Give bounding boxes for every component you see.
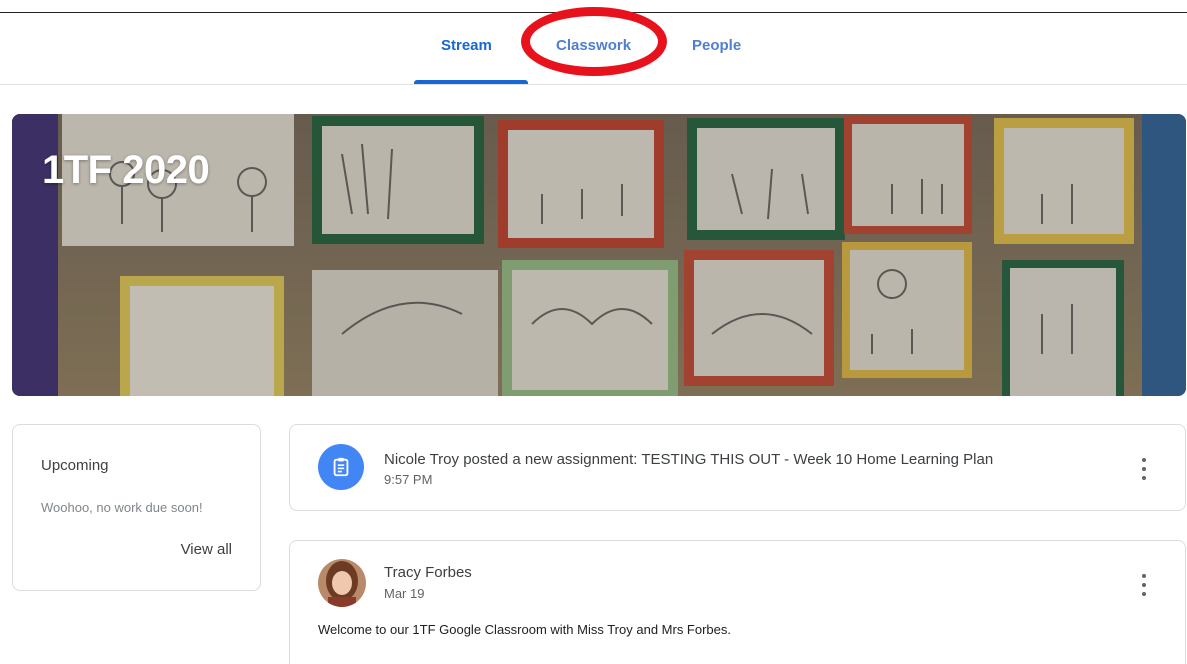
post-body: Welcome to our 1TF Google Classroom with… [318, 622, 731, 637]
announcement-post-card: Tracy Forbes Mar 19 Welcome to our 1TF G… [289, 540, 1186, 664]
red-highlight-oval [521, 7, 667, 76]
more-options-icon[interactable] [1137, 458, 1151, 480]
assignment-icon [318, 444, 364, 490]
more-options-icon[interactable] [1137, 574, 1151, 596]
assignment-post-title[interactable]: Nicole Troy posted a new assignment: TES… [384, 451, 993, 468]
class-banner: 1TF 2020 [12, 114, 1186, 396]
upcoming-panel: Upcoming Woohoo, no work due soon! View … [12, 424, 261, 591]
assignment-post-card[interactable]: Nicole Troy posted a new assignment: TES… [289, 424, 1186, 511]
upcoming-empty-text: Woohoo, no work due soon! [41, 500, 203, 515]
view-all-link[interactable]: View all [181, 541, 232, 558]
tab-stream[interactable]: Stream [441, 37, 492, 54]
post-author: Tracy Forbes [384, 564, 472, 581]
active-tab-indicator [414, 80, 528, 84]
tab-people[interactable]: People [692, 37, 741, 54]
avatar [318, 559, 366, 607]
upcoming-title: Upcoming [41, 457, 109, 474]
class-title: 1TF 2020 [42, 148, 210, 192]
post-date: Mar 19 [384, 586, 425, 601]
assignment-post-time: 9:57 PM [384, 472, 433, 487]
